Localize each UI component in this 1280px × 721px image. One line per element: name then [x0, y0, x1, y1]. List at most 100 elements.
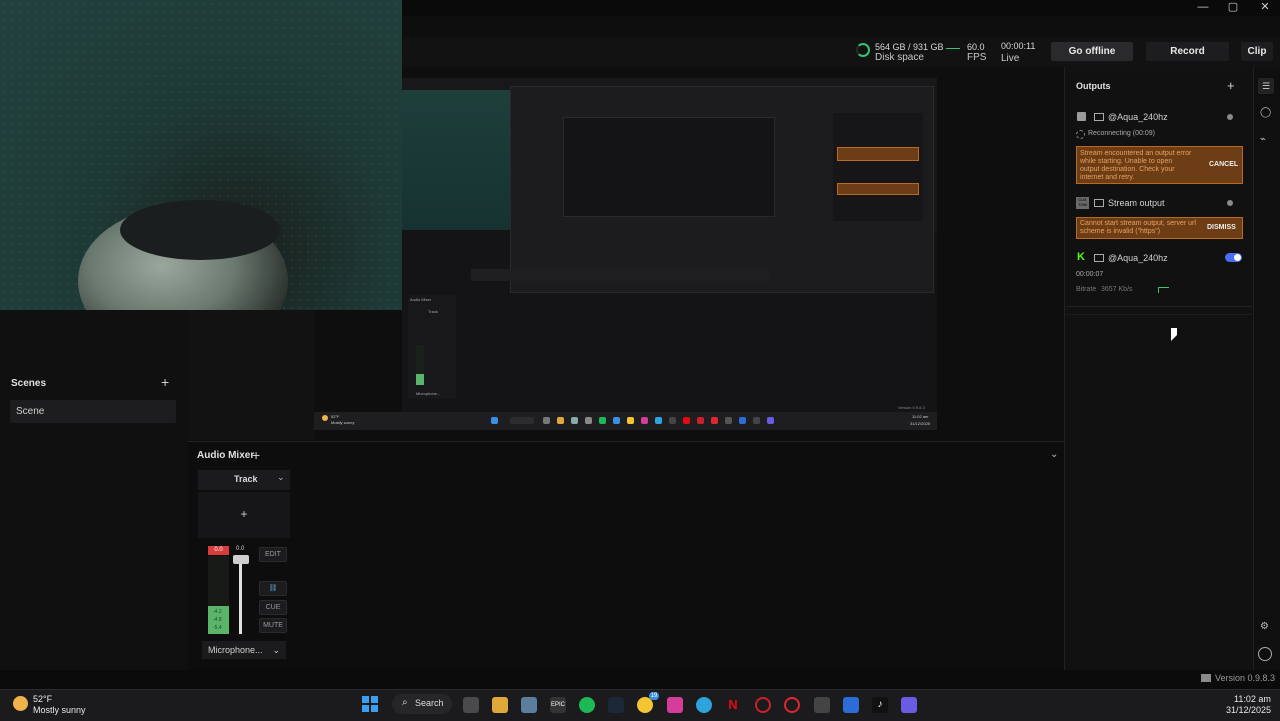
- clip-button[interactable]: Clip: [1241, 42, 1273, 61]
- device-select-label: Microphone...: [208, 645, 263, 655]
- custom-output-logo: CUS TOM: [1076, 197, 1089, 209]
- bitrate-label: Bitrate: [1076, 286, 1097, 293]
- file-explorer-icon[interactable]: [492, 697, 508, 713]
- weather-icon[interactable]: [13, 696, 28, 711]
- mail-icon[interactable]: [814, 697, 830, 713]
- disk-usage-label: Disk space: [875, 52, 924, 63]
- search-icon: ⌕: [402, 697, 408, 708]
- spinner-icon: [1076, 130, 1085, 139]
- clock-date[interactable]: 31/12/2025: [1226, 705, 1271, 715]
- mute-button[interactable]: MUTE: [259, 618, 287, 633]
- chat-icon[interactable]: ◯: [1260, 107, 1271, 118]
- record-button[interactable]: Record: [1146, 42, 1229, 61]
- mouse-cursor-icon: [1171, 328, 1177, 341]
- output-elapsed-time: 00:00:07: [1076, 271, 1104, 278]
- live-time: 00:00:11: [1001, 41, 1036, 51]
- task-view-icon[interactable]: [463, 697, 479, 713]
- broadcast-icon[interactable]: ⌁: [1260, 134, 1266, 145]
- volume-fader-track[interactable]: [239, 558, 242, 634]
- monitor-icon: [1094, 199, 1104, 207]
- program-preview[interactable]: Audio Mixer Track Microphone... Version …: [402, 78, 937, 430]
- scenes-title: Scenes: [11, 378, 47, 389]
- minimize-button[interactable]: —: [1188, 0, 1218, 16]
- epic-games-icon[interactable]: EPIC: [550, 697, 566, 713]
- divider: [1066, 314, 1252, 315]
- output-toggle[interactable]: [1225, 253, 1242, 262]
- right-toolbar: [1253, 67, 1280, 670]
- preview-device-label: Microphone...: [416, 391, 441, 396]
- fps-label: FPS: [967, 52, 987, 63]
- peak-indicator: 0.0: [208, 546, 229, 555]
- fader-value: 0.0: [236, 546, 245, 552]
- track-chevron-icon[interactable]: ⌄: [277, 472, 285, 483]
- output-error-box: Stream encountered an output error while…: [1076, 146, 1243, 184]
- instagram-icon[interactable]: [667, 697, 683, 713]
- preview-clock-time: 11:02 am: [912, 414, 929, 419]
- output-name: @Aqua_240hz: [1108, 112, 1168, 122]
- bitrate-graph-icon: [1158, 287, 1169, 293]
- bitrate-value: 3657 Kb/s: [1101, 286, 1133, 293]
- twitch-icon: [1077, 112, 1086, 121]
- settings-app-icon[interactable]: [521, 697, 537, 713]
- teams-icon[interactable]: [901, 697, 917, 713]
- edit-button[interactable]: EDIT: [259, 547, 287, 562]
- streaming-app-icon[interactable]: [843, 697, 859, 713]
- settings-sliders-icon[interactable]: ☰: [1258, 78, 1274, 94]
- footer-bar: [0, 670, 1280, 689]
- account-icon[interactable]: [1258, 647, 1272, 661]
- chevron-down-icon[interactable]: ⌄: [1050, 449, 1058, 460]
- add-scene-button[interactable]: +: [161, 374, 169, 390]
- cue-button[interactable]: CUE: [259, 600, 287, 615]
- weather-temp[interactable]: 52°F: [33, 694, 52, 704]
- opera-gx-icon[interactable]: [755, 697, 771, 713]
- disk-usage-ring-icon: [856, 43, 870, 57]
- sources-area: [188, 310, 314, 440]
- meter-label-1: -4.2: [213, 609, 222, 615]
- output-status-dot[interactable]: [1227, 200, 1233, 206]
- output-status-dot[interactable]: [1227, 114, 1233, 120]
- add-track-button[interactable]: +: [252, 447, 260, 463]
- monitor-icon: [1094, 113, 1104, 121]
- preview-clock-date: 31/12/2025: [910, 421, 931, 426]
- go-offline-button[interactable]: Go offline: [1051, 42, 1133, 61]
- track-header[interactable]: Track ⌄: [198, 470, 290, 490]
- scene-item[interactable]: Scene: [10, 400, 176, 423]
- link-icon[interactable]: ⛓: [259, 581, 287, 596]
- brand-logo-icon: [1201, 674, 1211, 682]
- version-label: Version 0.9.8.3: [1215, 673, 1276, 683]
- clock-time[interactable]: 11:02 am: [1234, 694, 1271, 704]
- volume-fader-handle[interactable]: [233, 555, 249, 564]
- add-source-button[interactable]: +: [198, 492, 290, 538]
- maximize-button[interactable]: ▢: [1218, 0, 1248, 16]
- weather-desc[interactable]: Mostly sunny: [33, 705, 86, 715]
- preview-taskbar: 52°F Mostly sunny 11:02 am 31/12/2025: [314, 412, 937, 430]
- disk-usage-value: 564 GB / 931 GB: [875, 42, 944, 52]
- output-error-text: Stream encountered an output error while…: [1080, 150, 1192, 181]
- output-error-text: Cannot start stream output, server url s…: [1080, 220, 1196, 235]
- fps-value: 60.0: [967, 42, 985, 52]
- close-button[interactable]: ✕: [1250, 0, 1280, 16]
- tiktok-icon[interactable]: ♪: [872, 697, 888, 713]
- start-icon[interactable]: [362, 696, 378, 712]
- netflix-icon[interactable]: N: [725, 697, 741, 713]
- meter-label-3: -5.4: [213, 625, 222, 631]
- output-name: @Aqua_240hz: [1108, 253, 1168, 263]
- cancel-button[interactable]: CANCEL: [1209, 161, 1238, 169]
- taskbar-search[interactable]: ⌕ Search: [392, 694, 452, 714]
- spotify-icon[interactable]: [579, 697, 595, 713]
- audio-mixer-title: Audio Mixer: [197, 450, 255, 461]
- audio-mixer-panel: [188, 441, 1064, 671]
- live-label: Live: [1001, 53, 1020, 64]
- steam-icon[interactable]: [608, 697, 624, 713]
- opera-icon[interactable]: [784, 697, 800, 713]
- monitor-icon: [1094, 254, 1104, 262]
- scenes-panel: [0, 310, 187, 670]
- kick-icon: K: [1077, 251, 1085, 263]
- dismiss-button[interactable]: DISMISS: [1207, 224, 1236, 232]
- divider: [1066, 306, 1252, 307]
- add-output-button[interactable]: +: [1227, 78, 1235, 93]
- edge-icon[interactable]: [696, 697, 712, 713]
- gear-icon[interactable]: ⚙: [1260, 621, 1269, 632]
- device-select[interactable]: Microphone... ⌄: [202, 641, 286, 659]
- preview-mixer-title: Audio Mixer: [410, 297, 432, 302]
